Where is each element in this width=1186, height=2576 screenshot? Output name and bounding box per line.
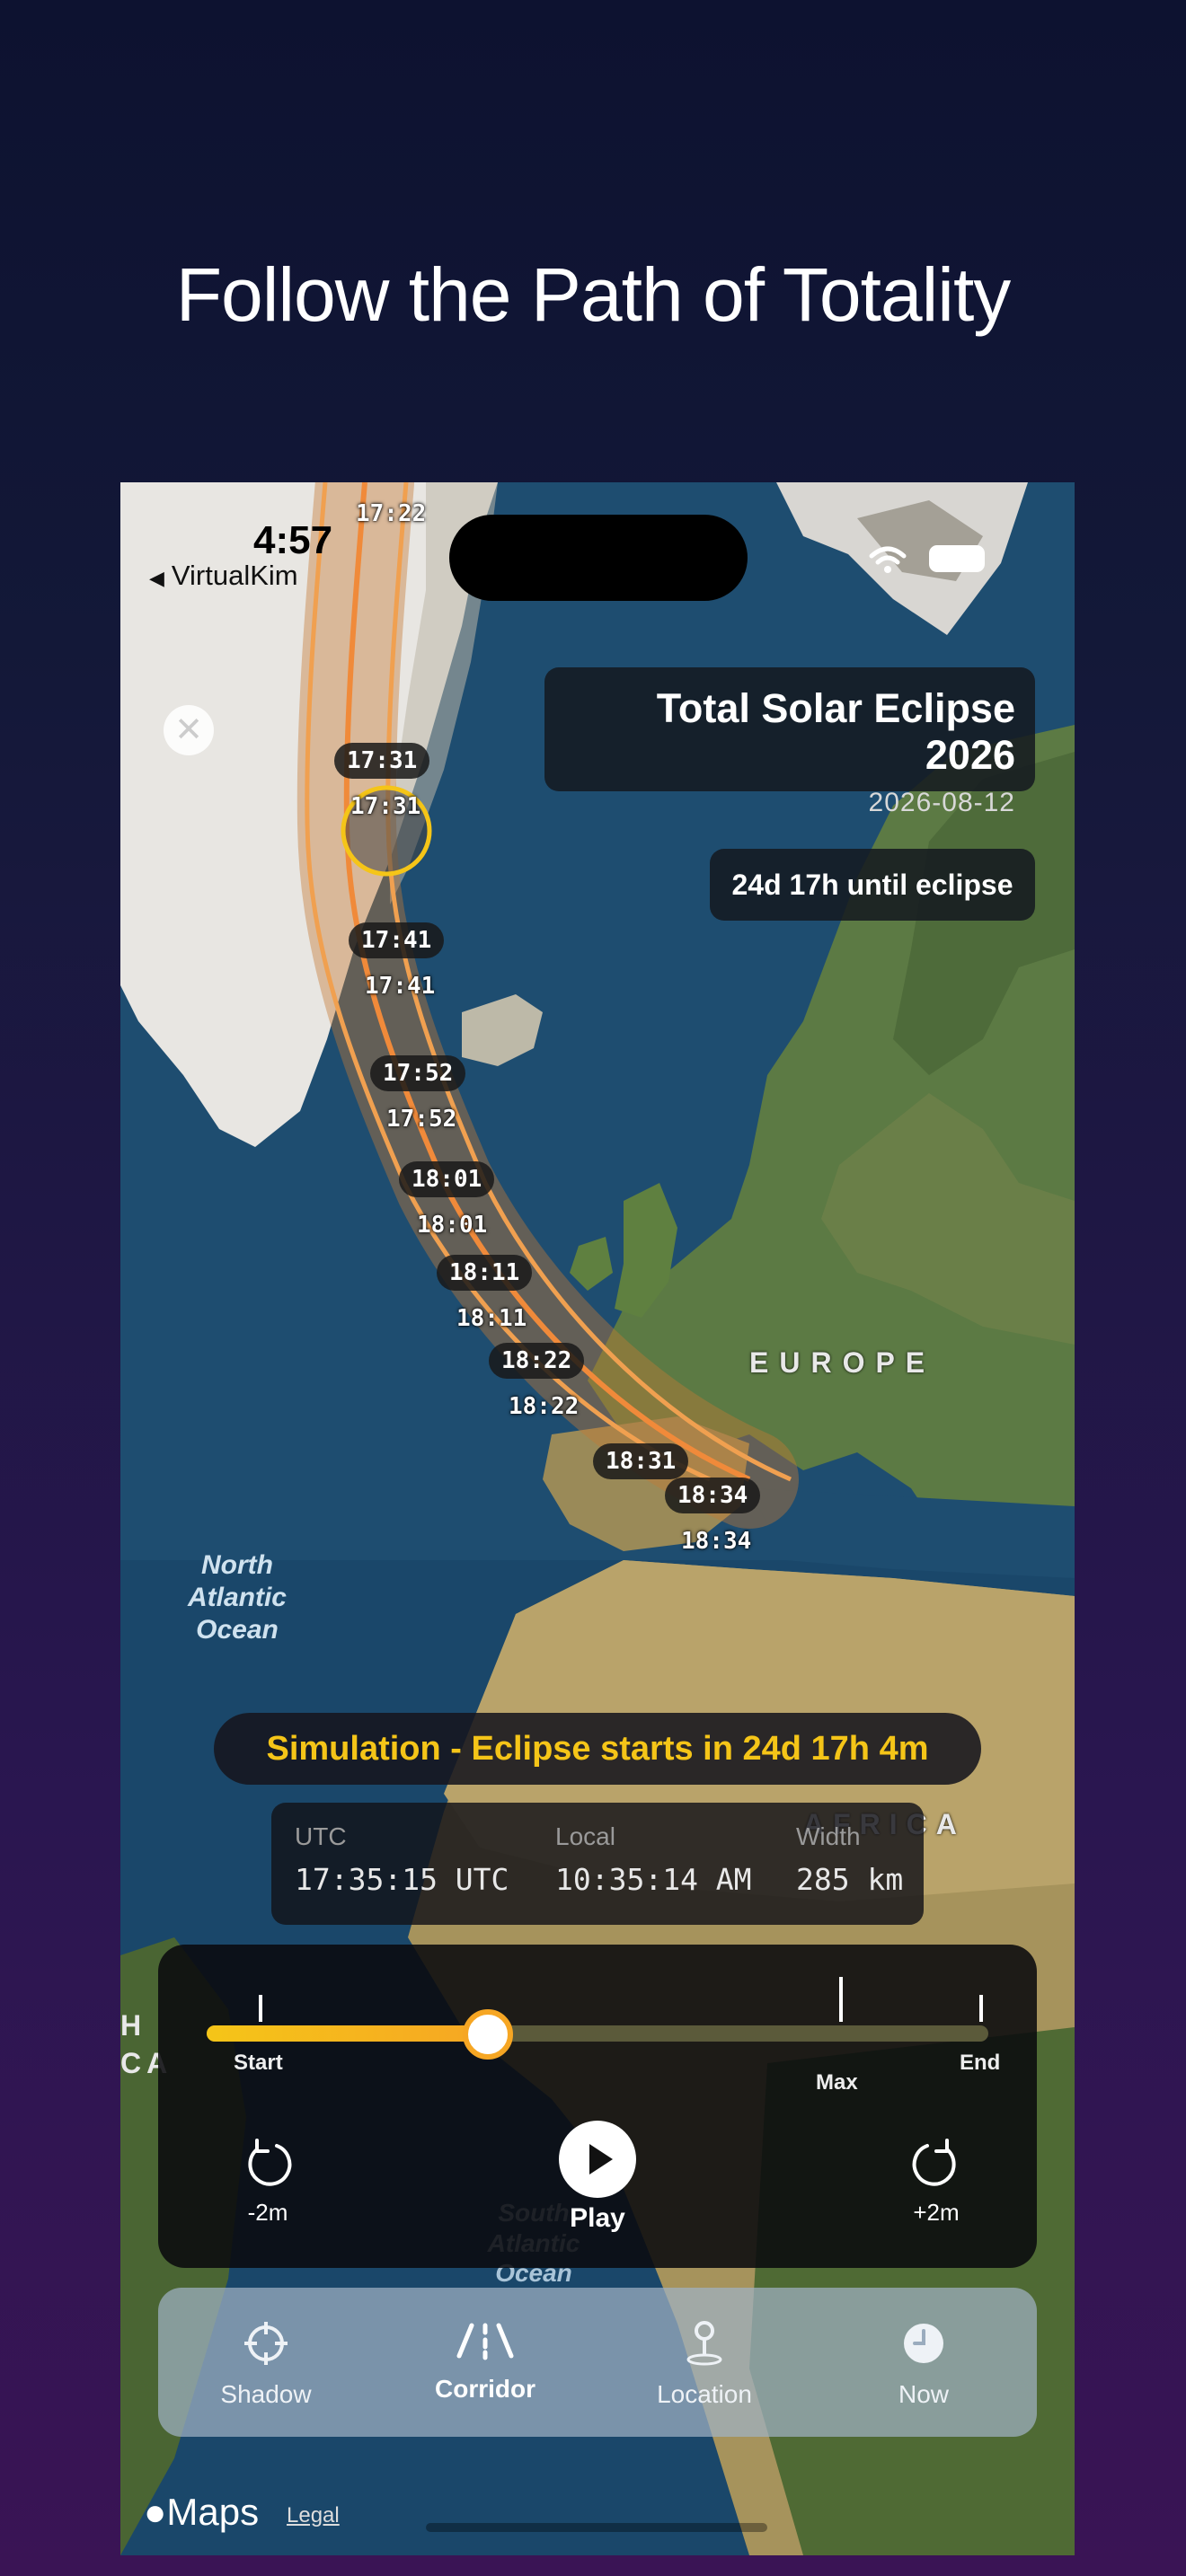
battery-icon [929,545,985,572]
path-time-chip: 18:34 [665,1478,761,1513]
timeline-progress-fill [207,2025,489,2042]
clock-icon [904,2324,943,2363]
local-value: 10:35:14 AM [555,1862,752,1897]
phone-screen: 4:57 ◀ VirtualKim ✕ Total Solar Eclipse 2… [120,482,1075,2555]
apple-logo-icon: ● [144,2491,167,2533]
pin-icon [686,2321,722,2366]
utc-label: UTC [295,1822,347,1850]
tab-location[interactable]: Location [615,2318,794,2409]
simulation-banner: Simulation - Eclipse starts in 24d 17h 4… [214,1713,981,1785]
start-label: Start [234,2051,283,2075]
forward-2m-button[interactable]: +2m [891,2137,981,2227]
path-time-label: 17:22 [356,500,427,527]
local-stat: Local 10:35:14 AM [555,1822,752,1897]
rewind-2m-button[interactable]: -2m [223,2137,313,2227]
back-arrow-icon: ◀ [149,567,164,589]
tab-bar: Shadow Corridor Location Now [158,2288,1037,2437]
max-label: Max [816,2070,858,2095]
forward-label: +2m [913,2199,960,2226]
maps-logo-text: Maps [166,2491,260,2533]
map-label-europe: EUROPE [749,1346,936,1379]
eclipse-date: 2026-08-12 [868,788,1015,817]
home-indicator [426,2523,767,2532]
eclipse-title: Total Solar Eclipse 2026 [656,685,1015,778]
path-time-label: 18:01 [417,1212,488,1239]
headline: Follow the Path of Totality [175,252,1012,337]
path-time-chip: 17:31 [334,743,430,779]
rewind-label: -2m [247,2199,288,2226]
path-time-chip: 17:52 [370,1055,466,1091]
tab-corridor[interactable]: Corridor [395,2318,575,2404]
end-tick [979,1995,983,2022]
tab-label: Location [657,2380,752,2408]
timeline-thumb[interactable] [463,2009,514,2060]
width-stat: Width 285 km [796,1822,903,1897]
rewind-icon [248,2139,292,2186]
back-to-app-link[interactable]: ◀ VirtualKim [149,560,298,592]
countdown-chip: 24d 17h until eclipse [710,849,1035,921]
dynamic-island [449,515,748,601]
play-label: Play [570,2203,625,2233]
path-time-chip: 18:01 [399,1161,495,1197]
wifi-icon [869,546,907,573]
path-time-label: 17:52 [386,1106,457,1133]
crosshair-icon [244,2322,288,2365]
play-icon [559,2121,636,2198]
map-label-edge: H [120,2009,147,2042]
playback-controls: Start Max End -2m Play +2m [158,1945,1037,2268]
path-time-label: 18:34 [681,1528,752,1555]
path-time-chip: 18:11 [437,1255,533,1291]
close-icon: ✕ [174,711,203,749]
width-value: 285 km [796,1862,904,1897]
path-time-label: 18:22 [509,1393,580,1420]
legal-link[interactable]: Legal [287,2503,340,2528]
path-time-label: 17:31 [350,793,421,820]
local-label: Local [555,1822,615,1850]
utc-stat: UTC 17:35:15 UTC [295,1822,509,1897]
close-button[interactable]: ✕ [164,705,214,755]
path-time-label: 18:11 [456,1305,527,1332]
maps-logo: ●Maps [144,2491,259,2534]
forward-icon [912,2139,956,2186]
width-label: Width [796,1822,861,1850]
back-app-label: VirtualKim [171,560,298,591]
eclipse-info-card: Total Solar Eclipse 2026 2026-08-12 [544,667,1035,817]
tab-label: Now [898,2380,949,2408]
status-time: 4:57 [253,518,333,562]
start-tick [259,1995,262,2022]
tab-shadow[interactable]: Shadow [176,2318,356,2409]
tab-now[interactable]: Now [834,2318,1013,2409]
time-stats-panel: UTC 17:35:15 UTC Local 10:35:14 AM Width… [271,1803,924,1925]
path-time-chip: 18:22 [489,1343,585,1379]
end-label: End [960,2051,1001,2075]
tab-label: Shadow [220,2380,312,2408]
max-tick [839,1977,843,2022]
tab-label: Corridor [435,2375,535,2403]
path-time-chip: 17:41 [349,922,445,958]
path-time-label: 17:41 [365,973,436,1000]
path-time-chip: 18:31 [593,1443,689,1479]
utc-value: 17:35:15 UTC [295,1862,509,1897]
map-label-north-atlantic: North Atlantic Ocean [187,1550,287,1645]
road-icon [456,2323,514,2360]
play-button[interactable]: Play [548,2121,647,2234]
